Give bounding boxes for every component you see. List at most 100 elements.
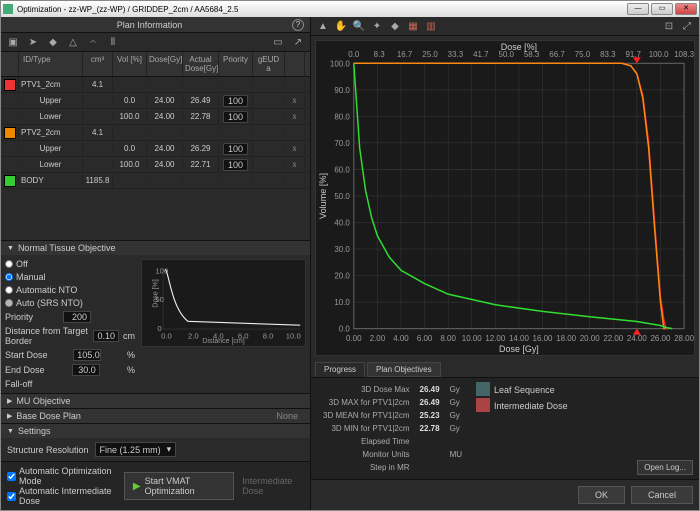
structure-row[interactable]: BODY1185.8 — [1, 173, 310, 189]
svg-text:2.00: 2.00 — [370, 334, 386, 343]
nto-off[interactable]: Off — [5, 259, 135, 269]
objective-row[interactable]: Lower100.024.0022.71100x — [1, 157, 310, 173]
svg-text:14.00: 14.00 — [509, 334, 529, 343]
close-button[interactable]: ✕ — [675, 3, 697, 15]
svg-text:10.0: 10.0 — [286, 332, 301, 341]
grid-icon[interactable]: ▥ — [425, 20, 437, 32]
svg-text:8.3: 8.3 — [374, 50, 386, 59]
copy-icon[interactable]: ▦ — [407, 20, 419, 32]
svg-text:100.0: 100.0 — [330, 59, 350, 68]
svg-text:83.3: 83.3 — [600, 50, 616, 59]
svg-text:50: 50 — [155, 295, 164, 304]
leaf-icon — [476, 382, 490, 396]
svg-text:10.00: 10.00 — [462, 334, 482, 343]
svg-text:16.00: 16.00 — [533, 334, 553, 343]
nto-header[interactable]: ▼Normal Tissue Objective — [1, 241, 310, 255]
nto-start[interactable]: 105.0 — [73, 349, 101, 361]
arrow-icon[interactable]: ➤ — [27, 36, 39, 48]
stats-table: 3D Dose Max26.49Gy3D MAX for PTV1|2cm26.… — [317, 382, 468, 475]
tab-objectives[interactable]: Plan Objectives — [367, 362, 441, 377]
export-icon[interactable]: ↗ — [292, 36, 304, 48]
maximize-button[interactable]: ▭ — [651, 3, 673, 15]
settings-header[interactable]: ▼Settings — [1, 424, 310, 438]
svg-text:Dose [Gy]: Dose [Gy] — [499, 344, 539, 354]
app-icon — [3, 4, 13, 14]
svg-text:26.00: 26.00 — [651, 334, 671, 343]
plan-info-header: Plan Information ? — [1, 17, 310, 33]
svg-text:0.0: 0.0 — [339, 325, 351, 334]
auto-inter-check[interactable]: Automatic Intermediate Dose — [7, 486, 116, 506]
tab-progress[interactable]: Progress — [315, 362, 365, 377]
objective-row[interactable]: Lower100.024.0022.78100x — [1, 109, 310, 125]
svg-text:40.0: 40.0 — [334, 218, 350, 227]
svg-text:Volume [%]: Volume [%] — [318, 173, 328, 219]
tri-icon[interactable]: △ — [67, 36, 79, 48]
objectives-rows: PTV1_2cm4.1Upper0.024.0026.49100xLower10… — [1, 77, 310, 189]
auto-mode-check[interactable]: Automatic Optimization Mode — [7, 466, 116, 486]
cancel-button[interactable]: Cancel — [631, 486, 693, 504]
svg-text:30.0: 30.0 — [334, 245, 350, 254]
intermediate-dose-button: Intermediate Dose — [242, 476, 304, 496]
help-icon[interactable]: ? — [292, 19, 304, 31]
svg-text:8.00: 8.00 — [440, 334, 456, 343]
svg-text:28.00: 28.00 — [674, 334, 694, 343]
svg-text:90.0: 90.0 — [334, 86, 350, 95]
svg-text:18.00: 18.00 — [556, 334, 576, 343]
svg-text:20.00: 20.00 — [580, 334, 600, 343]
ok-button[interactable]: OK — [578, 486, 625, 504]
line-icon[interactable]: 𝄐 — [87, 36, 99, 48]
svg-text:75.0: 75.0 — [575, 50, 591, 59]
nto-auto[interactable]: Automatic NTO — [5, 285, 135, 295]
add-icon[interactable]: ▣ — [7, 36, 19, 48]
svg-text:12.00: 12.00 — [485, 334, 505, 343]
diamond-icon[interactable]: ◆ — [47, 36, 59, 48]
pointer-icon[interactable]: ▲ — [317, 20, 329, 32]
svg-text:2.0: 2.0 — [188, 332, 199, 341]
minimize-button[interactable]: — — [627, 3, 649, 15]
nto-srs[interactable]: Auto (SRS NTO) — [5, 298, 135, 308]
nto-end[interactable]: 30.0 — [72, 364, 100, 376]
svg-text:6.00: 6.00 — [417, 334, 433, 343]
nto-chart: Dose [%] 100500 0.02.04.06.08.010.0 Dist… — [141, 259, 306, 347]
start-optimization-button[interactable]: ▶Start VMAT Optimization — [124, 472, 234, 500]
split-icon[interactable]: ⦀ — [107, 36, 119, 48]
pin-icon[interactable]: ✦ — [371, 20, 383, 32]
svg-text:0.0: 0.0 — [161, 332, 172, 341]
zoom-icon[interactable]: 🔍 — [353, 20, 365, 32]
svg-text:50.0: 50.0 — [334, 192, 350, 201]
reset-icon[interactable]: ⊡ — [663, 20, 675, 32]
structure-row[interactable]: PTV2_2cm4.1 — [1, 125, 310, 141]
expand-icon[interactable]: ⤢ — [681, 20, 693, 32]
diamond2-icon[interactable]: ◆ — [389, 20, 401, 32]
mu-header[interactable]: ▶MU Objective — [1, 394, 310, 408]
svg-text:41.7: 41.7 — [473, 50, 489, 59]
objective-row[interactable]: Upper0.024.0026.29100x — [1, 141, 310, 157]
res-select[interactable]: Fine (1.25 mm)▾ — [95, 442, 177, 457]
svg-text:60.0: 60.0 — [334, 165, 350, 174]
dvh-chart[interactable]: 0.002.004.006.008.0010.0012.0014.0016.00… — [315, 40, 695, 356]
svg-text:10.0: 10.0 — [334, 298, 350, 307]
window-title: Optimization - zz-WP_(zz-WP) / GRIDDEP_2… — [17, 5, 627, 14]
svg-text:24.00: 24.00 — [627, 334, 647, 343]
open-log-button[interactable]: Open Log... — [637, 460, 693, 475]
nto-dist[interactable]: 0.10 — [93, 330, 119, 342]
svg-text:8.0: 8.0 — [263, 332, 274, 341]
folder-icon[interactable]: ▭ — [272, 36, 284, 48]
svg-text:Dose [%]: Dose [%] — [501, 42, 537, 52]
objective-row[interactable]: Upper0.024.0026.49100x — [1, 93, 310, 109]
base-header[interactable]: ▶Base Dose PlanNone — [1, 409, 310, 423]
svg-text:22.00: 22.00 — [603, 334, 623, 343]
svg-text:108.3: 108.3 — [674, 50, 694, 59]
svg-text:70.0: 70.0 — [334, 139, 350, 148]
svg-text:20.0: 20.0 — [334, 272, 350, 281]
svg-text:100.0: 100.0 — [649, 50, 669, 59]
structure-row[interactable]: PTV1_2cm4.1 — [1, 77, 310, 93]
svg-text:0.00: 0.00 — [346, 334, 362, 343]
svg-text:25.0: 25.0 — [422, 50, 438, 59]
res-label: Structure Resolution — [7, 445, 89, 455]
nto-manual[interactable]: Manual — [5, 272, 135, 282]
inter-icon — [476, 398, 490, 412]
hand-icon[interactable]: ✋ — [335, 20, 347, 32]
nto-priority[interactable]: 200 — [63, 311, 91, 323]
svg-text:16.7: 16.7 — [397, 50, 413, 59]
